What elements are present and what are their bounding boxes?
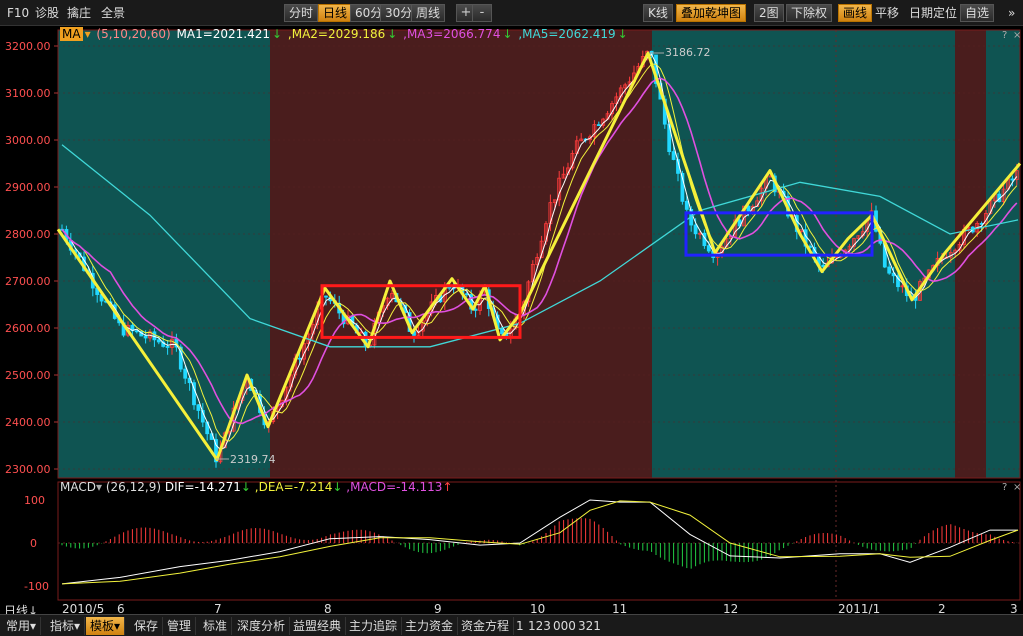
tab-template[interactable]: 模板▾ <box>86 617 126 635</box>
macd-help-icon[interactable]: ? <box>1002 482 1007 493</box>
watchlist-button[interactable]: 自选 <box>960 4 995 22</box>
tab-main-tracking[interactable]: 主力追踪 <box>345 617 403 635</box>
dea-value: ,DEA=-7.214 <box>254 480 333 494</box>
high-annotation: 3186.72 <box>665 46 711 59</box>
ma1-value: MA1=2021.421 <box>176 27 271 41</box>
candle-body-28 <box>183 368 188 379</box>
price-tick-8: 2400.00 <box>5 416 51 429</box>
help-icon[interactable]: ? <box>1002 30 1007 41</box>
ma-legend: MA ▾ (5,10,20,60) MA1=2021.421 ↓ ,MA2=2029… <box>60 27 628 41</box>
two-chart-button[interactable]: 2图 <box>754 4 784 22</box>
zone-5 <box>986 30 1020 478</box>
candle-body-147 <box>706 245 711 252</box>
tab-main-funds[interactable]: 主力资金 <box>401 617 459 635</box>
dif-value: DIF=-14.271 <box>164 480 241 494</box>
top-picks-button[interactable]: 擒庄 <box>64 4 94 22</box>
tab-standard[interactable]: 标准 <box>199 617 233 635</box>
zoom-out-button[interactable]: - <box>472 4 492 22</box>
candle-body-188 <box>887 266 892 274</box>
price-tick-0: 3200.00 <box>5 40 51 53</box>
price-tick-9: 2300.00 <box>5 463 51 476</box>
ma3-value: ,MA3=2066.774 <box>403 27 501 41</box>
low-annotation: 2319.74 <box>230 453 276 466</box>
pan-button[interactable]: 平移 <box>872 4 902 22</box>
background-zones <box>57 29 1021 601</box>
macd-params: (26,12,9) <box>105 480 162 494</box>
macd-legend: MACD▾ (26,12,9) DIF=-14.271↓ ,DEA=-7.214… <box>60 480 453 494</box>
price-tick-3: 2900.00 <box>5 181 51 194</box>
price-tick-1: 3100.00 <box>5 87 51 100</box>
candle-body-22 <box>156 339 161 343</box>
candle-body-216 <box>1010 178 1015 181</box>
period-daily-button[interactable]: 日线 <box>318 4 353 22</box>
macd-background <box>57 481 1021 601</box>
candle-body-139 <box>671 151 676 160</box>
ma5-value: ,MA5=2062.419 <box>518 27 616 41</box>
price-chart[interactable]: 3200.00 3100.00 3000.00 2900.00 2800.00 2700.… <box>0 26 1023 636</box>
candle-body-88 <box>447 286 452 289</box>
ma-params: (5,10,20,60) <box>96 27 171 41</box>
tab-classic[interactable]: 益盟经典 <box>289 617 347 635</box>
tab-321[interactable]: 321 <box>574 617 605 635</box>
more-icon[interactable]: » <box>1005 4 1018 22</box>
adjust-button[interactable]: 下除权 <box>786 4 833 22</box>
close-icon[interactable]: × <box>1013 30 1021 41</box>
price-tick-2: 3000.00 <box>5 134 51 147</box>
macd-close-icon[interactable]: × <box>1013 482 1021 493</box>
overview-button[interactable]: 全景 <box>98 4 128 22</box>
candle-body-122 <box>596 124 601 127</box>
candle-body-24 <box>165 346 170 348</box>
candle-body-54 <box>297 357 302 360</box>
tab-fund-equation[interactable]: 资金方程 <box>457 617 515 635</box>
candle-body-31 <box>196 404 201 411</box>
kline-button[interactable]: K线 <box>643 4 673 22</box>
tab-deep-analysis[interactable]: 深度分析 <box>233 617 291 635</box>
tab-indicator[interactable]: 指标▾ <box>46 617 86 635</box>
candle-body-19 <box>143 335 148 339</box>
price-tick-6: 2600.00 <box>5 322 51 335</box>
price-tick-5: 2700.00 <box>5 275 51 288</box>
zone-1 <box>270 30 652 478</box>
date-locate-button[interactable]: 日期定位 <box>906 4 960 22</box>
period-intraday-button[interactable]: 分时 <box>284 4 319 22</box>
macd-indicator-tag[interactable]: MACD <box>60 480 96 494</box>
ma2-value: ,MA2=2029.186 <box>287 27 386 41</box>
candle-body-17 <box>134 330 139 333</box>
ma-indicator-tag[interactable]: MA <box>60 27 83 41</box>
candle-body-144 <box>693 224 698 235</box>
bottom-tab-bar: 常用▾ 指标▾ 模板▾ 保存 管理 标准 深度分析 益盟经典 主力追踪 主力资金… <box>0 614 1023 636</box>
candle-body-142 <box>684 200 689 210</box>
macd-tick-1: 0 <box>30 537 37 550</box>
draw-button[interactable]: 画线 <box>838 4 873 22</box>
candle-body-60 <box>324 295 328 298</box>
price-tick-4: 2800.00 <box>5 228 51 241</box>
macd-tick-0: 100 <box>24 494 45 507</box>
macd-value: ,MACD=-14.113 <box>346 480 443 494</box>
price-tick-7: 2500.00 <box>5 369 51 382</box>
candle-body-100 <box>500 328 504 335</box>
f10-button[interactable]: F10 <box>4 4 32 22</box>
overlay-button[interactable]: 叠加乾坤图 <box>676 4 747 22</box>
period-weekly-button[interactable]: 周线 <box>411 4 446 22</box>
tab-common[interactable]: 常用▾ <box>2 617 42 635</box>
macd-tick-2: -100 <box>24 580 49 593</box>
top-toolbar: F10 诊股 擒庄 全景 分时 日线 60分 30分 周线 + - K线 叠加乾… <box>0 0 1023 26</box>
diagnose-button[interactable]: 诊股 <box>32 4 62 22</box>
tab-manage[interactable]: 管理 <box>163 617 197 635</box>
tab-save[interactable]: 保存 <box>130 617 164 635</box>
